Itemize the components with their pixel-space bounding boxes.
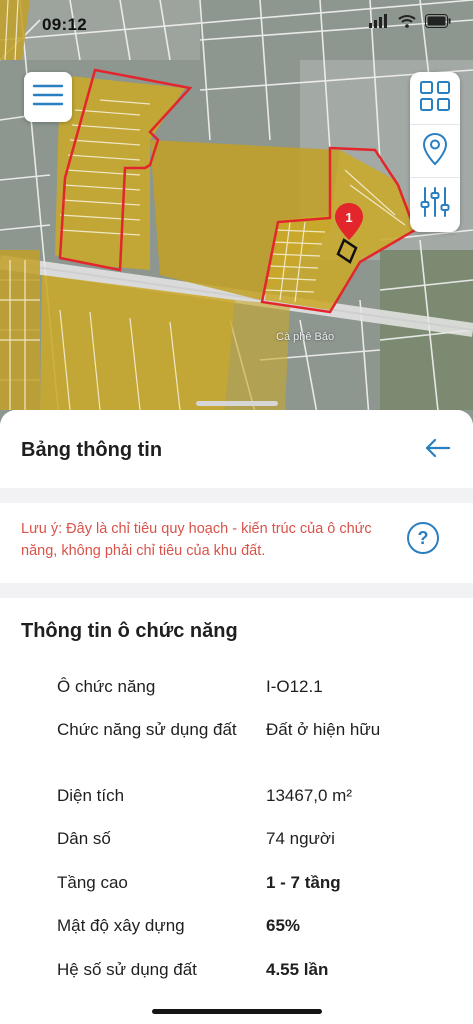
notice-text: Lưu ý: Đây là chỉ tiêu quy hoạch - kiến …	[21, 521, 372, 559]
row-label: Ô chức năng	[57, 677, 156, 696]
function-info: Thông tin ô chức năng Ô chức năng I-O12.…	[0, 598, 473, 1024]
row-value: Đất ở hiện hữu	[266, 720, 381, 739]
row-value: 65%	[266, 916, 301, 935]
map-view[interactable]: 1 Cà phê Bảo	[0, 0, 473, 430]
sheet-header: Bảng thông tin	[0, 410, 473, 488]
battery-icon	[425, 14, 451, 33]
hamburger-icon	[31, 82, 65, 113]
place-label: Cà phê Bảo	[276, 331, 335, 343]
map-tools	[410, 72, 460, 232]
map-canvas[interactable]: 1	[0, 0, 473, 430]
row-value: 4.55 lần	[266, 960, 329, 979]
row-label: Diện tích	[57, 786, 125, 805]
sheet-title: Bảng thông tin	[21, 439, 163, 461]
info-sheet: Bảng thông tin Lưu ý: Đây là chỉ tiêu qu…	[0, 410, 473, 1024]
row-label: Dân số	[57, 829, 111, 848]
help-button[interactable]: ?	[407, 522, 439, 554]
menu-button[interactable]	[24, 72, 72, 122]
signal-icon	[369, 14, 389, 33]
back-button[interactable]	[423, 436, 453, 464]
row-label: Mật độ xây dựng	[57, 916, 185, 935]
home-indicator	[152, 1009, 322, 1014]
status-icons	[369, 14, 451, 33]
marker-number: 1	[345, 210, 352, 225]
locate-button[interactable]	[410, 125, 460, 178]
filter-button[interactable]	[410, 178, 460, 231]
row-value: I-O12.1	[266, 677, 323, 696]
status-time: 09:12	[42, 15, 87, 34]
status-bar: 09:12	[0, 0, 473, 50]
sheet-drag-handle[interactable]	[196, 401, 278, 406]
sliders-icon	[419, 186, 451, 223]
row-value: 1 - 7 tầng	[266, 873, 341, 892]
row-label: Hệ số sử dụng đất	[57, 960, 197, 979]
section-title: Thông tin ô chức năng	[21, 620, 238, 642]
row-value: 13467,0 m²	[266, 786, 352, 805]
row-label: Chức năng sử dụng đất	[57, 720, 237, 739]
notice-box: Lưu ý: Đây là chỉ tiêu quy hoạch - kiến …	[0, 503, 473, 583]
row-label: Tầng cao	[57, 873, 128, 892]
arrow-left-icon	[425, 438, 451, 463]
row-value: 74 người	[266, 829, 335, 848]
layers-button[interactable]	[410, 72, 460, 125]
location-pin-icon	[422, 132, 448, 171]
question-icon: ?	[417, 527, 429, 548]
wifi-icon	[398, 14, 416, 33]
grid-icon	[419, 80, 451, 117]
